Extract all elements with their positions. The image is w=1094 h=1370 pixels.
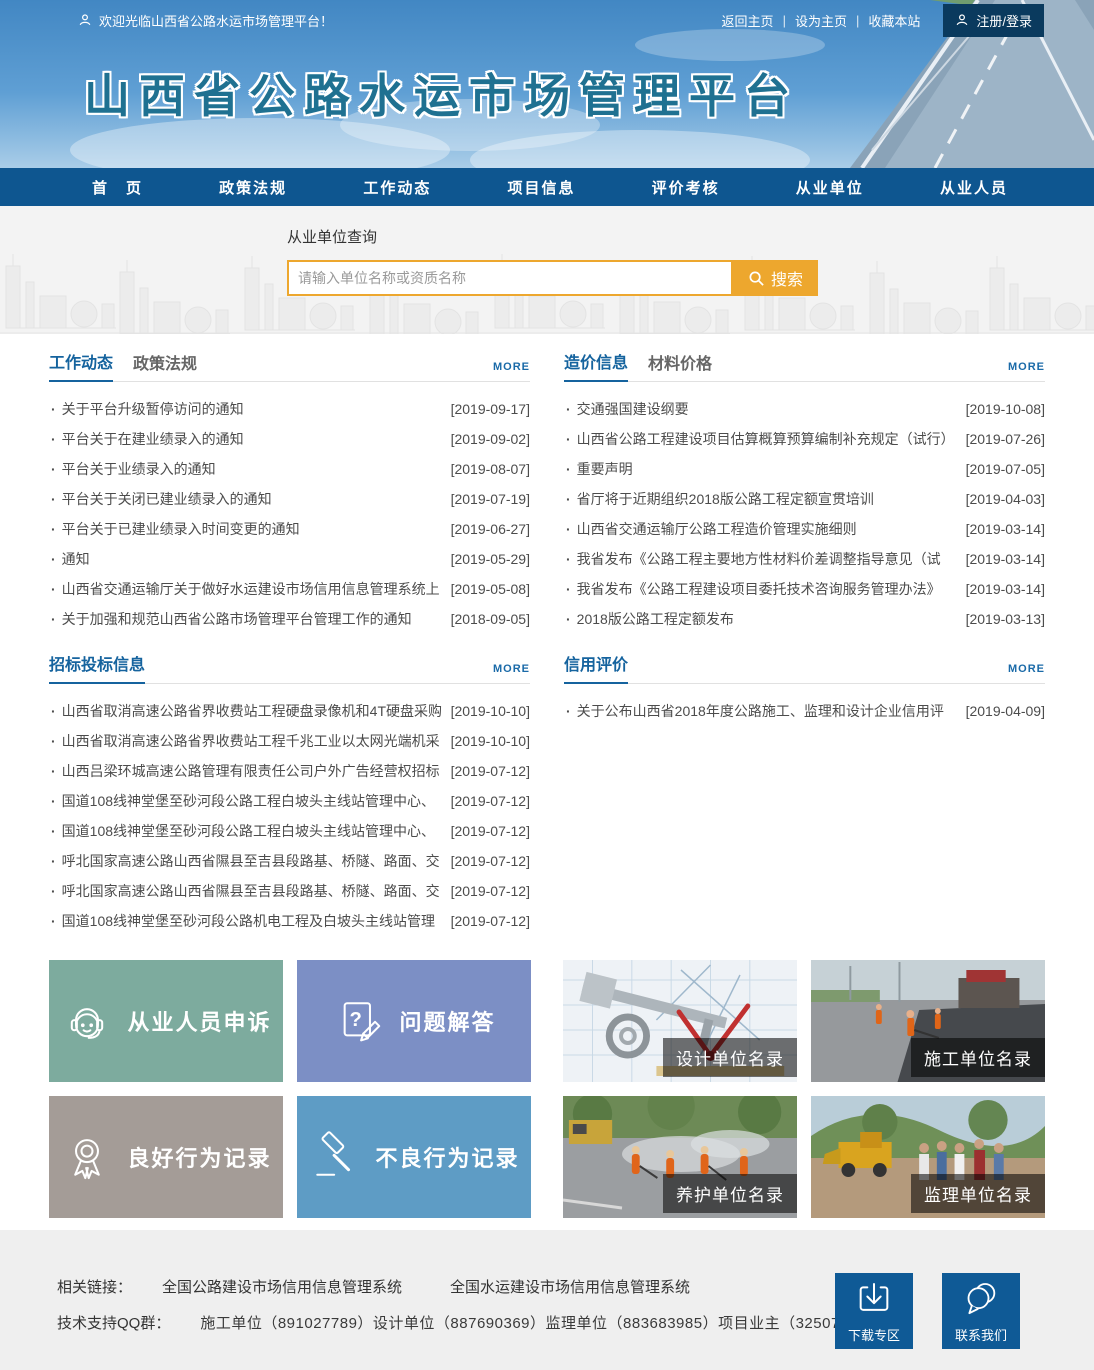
nav-item-home[interactable]: 首 页 (92, 177, 143, 198)
medal-icon (60, 1130, 114, 1184)
nav-item-units[interactable]: 从业单位 (796, 177, 864, 198)
news-item[interactable]: 平台关于关闭已建业绩录入的通知[2019-07-19] (49, 484, 530, 514)
tab-work-dynamics[interactable]: 工作动态 (49, 349, 113, 382)
photo-design-directory[interactable]: 设计单位名录 (563, 960, 797, 1082)
search-input[interactable] (287, 260, 733, 296)
more-link-bidding[interactable]: MORE (493, 663, 530, 683)
news-item[interactable]: 2018版公路工程定额发布[2019-03-13] (564, 604, 1045, 634)
footer-link-highway-credit[interactable]: 全国公路建设市场信用信息管理系统 (162, 1276, 402, 1297)
news-item[interactable]: 重要声明[2019-07-05] (564, 454, 1045, 484)
news-item[interactable]: 省厅将于近期组织2018版公路工程定额宣贯培训[2019-04-03] (564, 484, 1045, 514)
download-zone-button[interactable]: 下载专区 (835, 1273, 913, 1349)
photo-construction-directory[interactable]: 施工单位名录 (811, 960, 1045, 1082)
photo-supervision-directory[interactable]: 监理单位名录 (811, 1096, 1045, 1218)
section-bidding: 招标投标信息 MORE 山西省取消高速公路省界收费站工程硬盘录像机和4T硬盘采购… (49, 654, 530, 936)
news-item[interactable]: 平台关于已建业绩录入时间变更的通知[2019-06-27] (49, 514, 530, 544)
tile-question-answer[interactable]: ? 问题解答 (297, 960, 531, 1082)
nav-item-work[interactable]: 工作动态 (363, 177, 431, 198)
news-item[interactable]: 山西省取消高速公路省界收费站工程硬盘录像机和4T硬盘采购[2019-10-10] (49, 696, 530, 726)
photo-caption: 施工单位名录 (911, 1038, 1045, 1077)
footer-link-waterway-credit[interactable]: 全国水运建设市场信用信息管理系统 (450, 1276, 690, 1297)
search-icon (748, 270, 765, 287)
svg-text:?: ? (350, 1009, 364, 1031)
main-nav: 首 页 政策法规 工作动态 项目信息 评价考核 从业单位 从业人员 (0, 168, 1094, 206)
news-item[interactable]: 呼北国家高速公路山西省隰县至吉县段路基、桥隧、路面、交[2019-07-12] (49, 876, 530, 906)
qq-group-label: 技术支持QQ群： (57, 1312, 170, 1333)
section-work-dynamics: 工作动态 政策法规 MORE 关于平台升级暂停访问的通知[2019-09-17]… (49, 352, 530, 634)
news-item[interactable]: 关于平台升级暂停访问的通知[2019-09-17] (49, 394, 530, 424)
news-item[interactable]: 山西省交通运输厅公路工程造价管理实施细则[2019-03-14] (564, 514, 1045, 544)
news-item[interactable]: 国道108线神堂堡至砂河段公路工程白坡头主线站管理中心、[2019-07-12] (49, 816, 530, 846)
more-link-cost[interactable]: MORE (1008, 361, 1045, 381)
news-item[interactable]: 我省发布《公路工程建设项目委托技术咨询服务管理办法》[2019-03-14] (564, 574, 1045, 604)
footer: 相关链接： 全国公路建设市场信用信息管理系统 全国水运建设市场信用信息管理系统 … (0, 1230, 1094, 1370)
news-item[interactable]: 国道108线神堂堡至砂河段公路工程白坡头主线站管理中心、[2019-07-12] (49, 786, 530, 816)
nav-item-project[interactable]: 项目信息 (507, 177, 575, 198)
more-link-work[interactable]: MORE (493, 361, 530, 381)
nav-item-personnel[interactable]: 从业人员 (940, 177, 1008, 198)
question-icon: ? (332, 994, 386, 1048)
search-label: 从业单位查询 (287, 226, 818, 247)
gavel-icon (308, 1130, 362, 1184)
news-item[interactable]: 山西吕梁环城高速公路管理有限责任公司户外广告经营权招标[2019-07-12] (49, 756, 530, 786)
photo-maintenance-directory[interactable]: 养护单位名录 (563, 1096, 797, 1218)
news-item[interactable]: 山西省交通运输厅关于做好水运建设市场信用信息管理系统上[2019-05-08] (49, 574, 530, 604)
tab-material-price[interactable]: 材料价格 (648, 350, 712, 381)
news-item[interactable]: 通知[2019-05-29] (49, 544, 530, 574)
photo-caption: 设计单位名录 (663, 1038, 797, 1077)
main-content: 工作动态 政策法规 MORE 关于平台升级暂停访问的通知[2019-09-17]… (49, 334, 1045, 1218)
tab-cost-info[interactable]: 造价信息 (564, 349, 628, 382)
user-icon (78, 13, 92, 27)
quick-links: 从业人员申诉 ? 问题解答 良好行为记录 (49, 960, 531, 1218)
news-item[interactable]: 我省发布《公路工程主要地方性材料价差调整指导意见（试[2019-03-14] (564, 544, 1045, 574)
news-item[interactable]: 关于公布山西省2018年度公路施工、监理和设计企业信用评[2019-04-09] (564, 696, 1045, 726)
favorite-link[interactable]: 收藏本站 (859, 11, 929, 30)
nav-item-policy[interactable]: 政策法规 (219, 177, 287, 198)
news-item[interactable]: 平台关于在建业绩录入的通知[2019-09-02] (49, 424, 530, 454)
qq-group-numbers: 施工单位（891027789）设计单位（887690369）监理单位（88368… (200, 1312, 890, 1333)
news-item[interactable]: 平台关于业绩录入的通知[2019-08-07] (49, 454, 530, 484)
search-button[interactable]: 搜索 (733, 260, 818, 296)
contact-us-button[interactable]: 联系我们 (942, 1273, 1020, 1349)
news-item[interactable]: 呼北国家高速公路山西省隰县至吉县段路基、桥隧、路面、交[2019-07-12] (49, 846, 530, 876)
tab-policy-regulations[interactable]: 政策法规 (133, 350, 197, 381)
top-bar: 欢迎光临山西省公路水运市场管理平台！ 返回主页 | 设为主页 | 收藏本站 注册… (0, 0, 1094, 40)
news-item[interactable]: 山西省取消高速公路省界收费站工程千兆工业以太网光端机采[2019-10-10] (49, 726, 530, 756)
tab-bidding-info[interactable]: 招标投标信息 (49, 651, 145, 684)
user-icon (955, 13, 969, 27)
related-links-label: 相关链接： (57, 1276, 132, 1297)
tile-personnel-appeal[interactable]: 从业人员申诉 (49, 960, 283, 1082)
news-item[interactable]: 交通强国建设纲要[2019-10-08] (564, 394, 1045, 424)
headset-icon (60, 994, 114, 1048)
section-cost-info: 造价信息 材料价格 MORE 交通强国建设纲要[2019-10-08] 山西省公… (564, 352, 1045, 634)
section-credit-evaluation: 信用评价 MORE 关于公布山西省2018年度公路施工、监理和设计企业信用评[2… (564, 654, 1045, 936)
welcome-text: 欢迎光临山西省公路水运市场管理平台！ (99, 11, 333, 30)
photo-caption: 监理单位名录 (911, 1174, 1045, 1213)
home-link[interactable]: 返回主页 (713, 11, 783, 30)
photo-caption: 养护单位名录 (663, 1174, 797, 1213)
header-banner: 欢迎光临山西省公路水运市场管理平台！ 返回主页 | 设为主页 | 收藏本站 注册… (0, 0, 1094, 168)
directory-links: 设计单位名录 (563, 960, 1045, 1218)
chat-icon (961, 1279, 1001, 1319)
tab-credit-evaluation[interactable]: 信用评价 (564, 651, 628, 684)
news-item[interactable]: 山西省公路工程建设项目估算概算预算编制补充规定（试行）[2019-07-26] (564, 424, 1045, 454)
set-home-link[interactable]: 设为主页 (786, 11, 856, 30)
news-item[interactable]: 国道108线神堂堡至砂河段公路机电工程及白坡头主线站管理[2019-07-12] (49, 906, 530, 936)
more-link-credit[interactable]: MORE (1008, 663, 1045, 683)
site-title: 山西省公路水运市场管理平台 (84, 60, 799, 126)
tile-bad-behavior[interactable]: 不良行为记录 (297, 1096, 531, 1218)
search-section: 从业单位查询 搜索 (0, 206, 1094, 334)
download-icon (854, 1279, 894, 1319)
tile-good-behavior[interactable]: 良好行为记录 (49, 1096, 283, 1218)
nav-item-evaluation[interactable]: 评价考核 (652, 177, 720, 198)
news-item[interactable]: 关于加强和规范山西省公路市场管理平台管理工作的通知[2018-09-05] (49, 604, 530, 634)
register-login-button[interactable]: 注册/登录 (943, 4, 1044, 37)
